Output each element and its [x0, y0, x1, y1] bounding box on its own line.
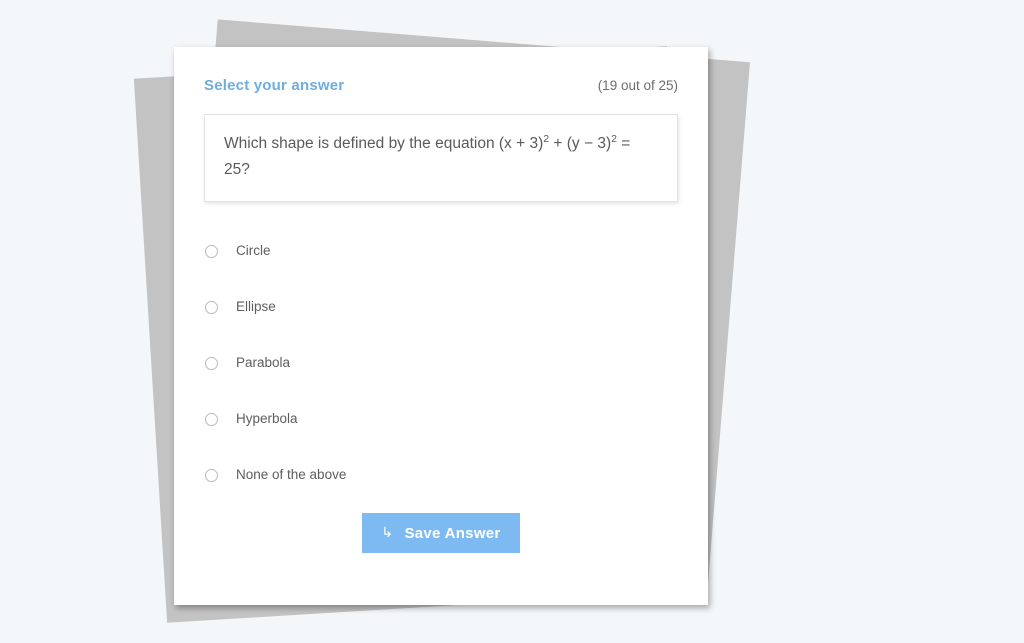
answer-options-list: Circle Ellipse Parabola Hyperbola None o… [204, 223, 678, 503]
answer-option-row-1[interactable]: Ellipse [204, 279, 678, 335]
answer-option-label-1: Ellipse [236, 299, 276, 314]
answer-option-label-4: None of the above [236, 467, 347, 482]
radio-unchecked-icon[interactable] [205, 244, 218, 258]
answer-option-label-2: Parabola [236, 355, 291, 370]
card-footer: ↳ Save Answer [204, 513, 678, 553]
save-answer-label: Save Answer [404, 524, 501, 542]
answer-option-row-2[interactable]: Parabola [204, 335, 678, 391]
question-counter: (19 out of 25) [597, 78, 678, 93]
save-answer-button[interactable]: ↳ Save Answer [362, 513, 520, 553]
answer-option-label-0: Circle [236, 243, 271, 258]
radio-unchecked-icon[interactable] [205, 412, 218, 426]
answer-option-row-0[interactable]: Circle [204, 223, 678, 279]
card-header: Select your answer (19 out of 25) [204, 77, 678, 99]
page-title: Select your answer [204, 77, 345, 94]
question-text-middle: + (y − 3) [549, 135, 612, 152]
radio-unchecked-icon[interactable] [205, 468, 218, 482]
answer-option-row-4[interactable]: None of the above [204, 447, 678, 503]
page-stage: Select your answer (19 out of 25) Which … [0, 0, 1024, 643]
radio-unchecked-icon[interactable] [205, 300, 218, 314]
enter-arrow-icon: ↳ [381, 524, 394, 540]
question-box: Which shape is defined by the equation (… [204, 114, 678, 202]
question-text-prefix: Which shape is defined by the equation (… [224, 135, 544, 152]
answer-option-label-3: Hyperbola [236, 411, 298, 426]
question-text: Which shape is defined by the equation (… [224, 131, 658, 183]
radio-unchecked-icon[interactable] [205, 356, 218, 370]
quiz-card: Select your answer (19 out of 25) Which … [174, 47, 708, 605]
answer-option-row-3[interactable]: Hyperbola [204, 391, 678, 447]
